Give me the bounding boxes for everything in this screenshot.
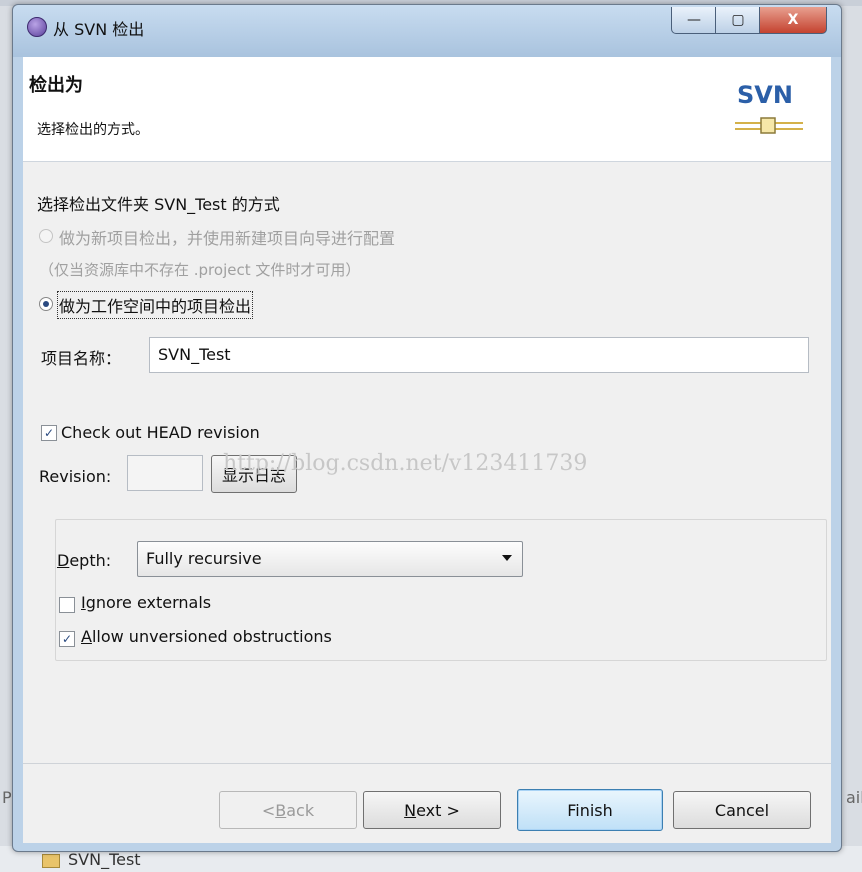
radio-new-project[interactable] [39, 229, 53, 243]
next-button[interactable]: Next > [363, 791, 501, 829]
background-right-letters: ail [846, 788, 862, 807]
head-revision-checkbox[interactable]: ✓ [41, 425, 57, 441]
page-title: 检出为 [29, 75, 83, 96]
project-name-input[interactable]: SVN_Test [149, 337, 809, 373]
window-title: 从 SVN 检出 [53, 20, 145, 39]
minimize-button[interactable]: — [671, 7, 717, 34]
revision-label: Revision: [39, 467, 112, 486]
close-button[interactable]: X [759, 7, 827, 34]
folder-icon [42, 854, 60, 868]
svn-logo-graphic [735, 117, 803, 134]
allow-unversioned-checkbox[interactable]: ✓ [59, 631, 75, 647]
checkout-dialog: 从 SVN 检出 — ▢ X 检出为 选择检出的方式。 SVN 选择检出文件夹 … [12, 4, 842, 852]
checkout-method-heading: 选择检出文件夹 SVN_Test 的方式 [37, 195, 280, 214]
dialog-content: 检出为 选择检出的方式。 SVN 选择检出文件夹 SVN_Test 的方式 做为… [23, 57, 831, 843]
cancel-button[interactable]: Cancel [673, 791, 811, 829]
allow-unversioned-label: Allow unversioned obstructions [81, 627, 332, 646]
head-revision-label: Check out HEAD revision [61, 423, 260, 442]
ignore-externals-checkbox[interactable] [59, 597, 75, 613]
chevron-down-icon [502, 555, 512, 561]
back-button[interactable]: < Back [219, 791, 357, 829]
radio-selected-dot [43, 301, 49, 307]
watermark: http://blog.csdn.net/v123411739 [223, 451, 588, 476]
finish-button[interactable]: Finish [517, 789, 663, 831]
option-note: （仅当资源库中不存在 .project 文件时才可用） [39, 261, 361, 279]
radio-new-project-label: 做为新项目检出，并使用新建项目向导进行配置 [59, 229, 396, 248]
title-bar[interactable]: 从 SVN 检出 — ▢ X [13, 5, 841, 57]
page-description: 选择检出的方式。 [37, 122, 149, 138]
ignore-externals-label: Ignore externals [81, 593, 212, 612]
radio-workspace-project[interactable] [39, 297, 53, 311]
depth-select-value: Fully recursive [146, 549, 262, 568]
radio-workspace-project-label[interactable]: 做为工作空间中的项目检出 [56, 291, 254, 319]
maximize-button[interactable]: ▢ [715, 7, 761, 34]
background-tree-item[interactable]: SVN_Test [68, 850, 141, 869]
depth-select[interactable]: Fully recursive [137, 541, 523, 577]
wizard-banner: 检出为 选择检出的方式。 SVN [23, 57, 831, 162]
button-bar-separator [23, 763, 831, 764]
background-left-letter: P [2, 788, 12, 807]
depth-label: Depth: [57, 551, 112, 570]
project-name-label: 项目名称： [41, 349, 122, 368]
app-icon [27, 17, 47, 37]
revision-input[interactable] [127, 455, 203, 491]
svn-logo-icon: SVN [735, 81, 803, 139]
